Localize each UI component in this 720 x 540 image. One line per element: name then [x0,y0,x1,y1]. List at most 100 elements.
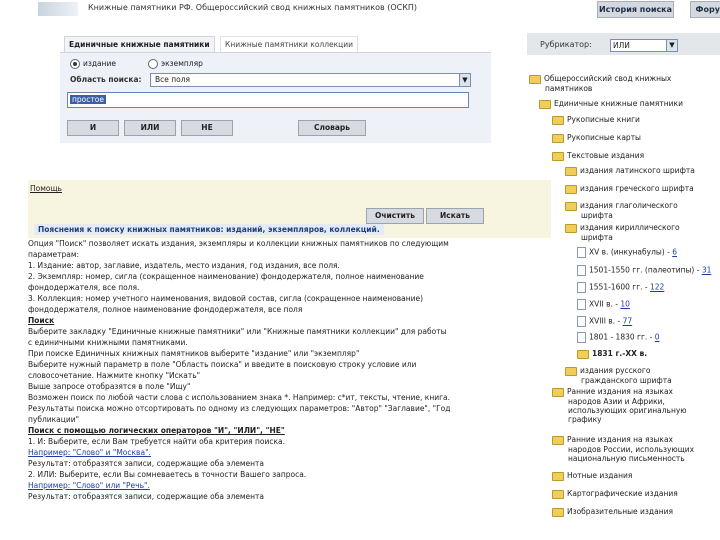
search-form: издание экземпляр Область поиска: Все по… [60,52,491,143]
example-link[interactable]: Например: "Слово" и "Москва". [28,447,458,458]
tree-node-latin[interactable]: издания латинского шрифта [565,166,695,176]
tree-node-music[interactable]: Нотные издания [552,471,632,481]
help-subheading-logic: Поиск с помощью логических операторов "И… [28,426,285,435]
help-section-title: Пояснения к поиску книжных памятников: и… [34,224,384,235]
tree-node-1551[interactable]: 1551-1600 гг. - 122 [577,282,664,293]
tree-node-1501[interactable]: 1501-1550 гг. (палеотипы) - 31 [577,265,711,276]
radio-edition[interactable]: издание [70,59,116,69]
tree-node-glagolitic[interactable]: издания глаголического шрифта [565,201,678,220]
search-query-text: простое [70,95,106,104]
folder-icon [552,115,564,125]
tree-label: Картографические издания [567,489,678,498]
folder-icon [552,471,564,481]
tree-label: народов Азии и Африки, [568,396,665,406]
help-line: При поиске Единичных книжных памятников … [28,349,360,358]
dictionary-button[interactable]: Словарь [298,120,366,136]
tree-label: Изобразительные издания [567,507,673,516]
not-button[interactable]: НЕ [181,120,233,136]
tree-node-single[interactable]: Единичные книжные памятники [539,99,683,109]
tree-count[interactable]: 10 [620,300,630,309]
tree-count[interactable]: 77 [623,317,633,326]
tree-node-asia-africa[interactable]: Ранние издания на языках народов Азии и А… [552,387,687,424]
help-line: параметрам: [28,250,80,259]
chevron-down-icon[interactable]: ▼ [459,74,470,86]
folder-icon [552,435,564,445]
clear-button[interactable]: Очистить [366,208,424,224]
tree-label: Единичные книжные памятники [554,99,683,108]
folder-icon [565,201,577,211]
radio-selected-icon [70,59,80,69]
help-line: Опция "Поиск" позволяет искать издания, … [28,239,449,248]
radio-copy[interactable]: экземпляр [148,59,203,69]
tree-count[interactable]: 122 [650,283,664,292]
tree-node-root[interactable]: Общероссийский свод книжных памятников [529,74,671,93]
search-input[interactable]: простое [67,92,469,108]
or-button[interactable]: ИЛИ [124,120,176,136]
tree-node-visual[interactable]: Изобразительные издания [552,507,673,517]
example-link[interactable]: Например: "Слово" или "Речь". [28,480,458,491]
tree-node-18c[interactable]: XVIII в. - 77 [577,316,632,327]
folder-icon [552,387,564,397]
forum-button[interactable]: Форум [690,1,720,18]
tab-bar: Единичные книжные памятники Книжные памя… [60,32,491,53]
help-line: Выберите нужный параметр в поле "Область… [28,360,417,369]
tree-node-manuscript-maps[interactable]: Рукописные карты [552,133,641,143]
tree-node-cartographic[interactable]: Картографические издания [552,489,678,499]
tree-count[interactable]: 6 [672,248,677,257]
search-button[interactable]: Искать [426,208,484,224]
help-link[interactable]: Помощь [30,184,62,193]
tree-label: национальную письменность [568,453,685,463]
folder-open-icon [529,74,541,84]
help-line: с единичными книжными памятниками. [28,338,188,347]
radio-edition-label: издание [83,59,117,68]
tree-node-manuscript-books[interactable]: Рукописные книги [552,115,640,125]
rubricator-bar: Рубрикатор: ИЛИ ▼ [527,33,720,55]
tree-node-greek[interactable]: издания греческого шрифта [565,184,694,194]
tree-node-russia-peoples[interactable]: Ранние издания на языках народов России, … [552,435,694,463]
tab-collections[interactable]: Книжные памятники коллекции [220,36,358,53]
tree-node-1831[interactable]: 1831 г.-XX в. [577,349,647,359]
help-line: Результат: отобразятся записи, содержащи… [28,492,264,501]
tree-node-text-editions[interactable]: Текстовые издания [552,151,644,161]
chevron-down-icon[interactable]: ▼ [666,40,677,51]
help-line: словосочетание. Нажмите кнопку "Искать" [28,371,201,380]
tree-node-1801[interactable]: 1801 - 1830 гг. - 0 [577,332,660,343]
history-button[interactable]: История поиска [597,1,674,18]
help-line: фондодержателя, все поля. [28,283,140,292]
tab-single-monuments[interactable]: Единичные книжные памятники [64,36,215,53]
tree-label: издания кириллического [580,223,680,232]
page-title: Книжные памятники РФ. Общероссийский сво… [88,3,418,12]
tree-label: XV в. (инкунабулы) - [589,247,673,257]
folder-icon [552,133,564,143]
tree-node-15c[interactable]: XV в. (инкунабулы) - 6 [577,247,677,258]
tree-label: 1831 г.-XX в. [592,349,648,358]
tree-label: народов России, использующих [568,444,695,454]
folder-icon [552,489,564,499]
search-area-select[interactable]: Все поля ▼ [150,73,471,87]
folder-icon [552,507,564,517]
document-icon [577,332,586,343]
tree-label: шрифта [581,210,613,220]
tree-label: издания русского [580,366,651,375]
tree-count[interactable]: 0 [655,333,660,342]
search-area-label: Область поиска: [70,75,142,84]
help-text: Опция "Поиск" позволяет искать издания, … [28,238,458,502]
tree-label: памятников [545,83,593,93]
document-icon [577,265,586,276]
search-panel: Единичные книжные памятники Книжные памя… [28,32,551,238]
help-line: 1. Издание: автор, заглавие, издатель, м… [28,261,340,270]
tree-node-civil[interactable]: издания русского гражданского шрифта [565,366,672,385]
tree-count[interactable]: 31 [702,266,712,275]
and-button[interactable]: И [67,120,119,136]
help-subheading-search: Поиск [28,316,55,325]
tree-label: Текстовые издания [567,151,645,160]
tree-node-cyrillic[interactable]: издания кириллического шрифта [565,223,680,242]
tree-label: XVII в. - [589,299,621,309]
tree-label: шрифта [581,232,613,242]
rubricator-select-value: ИЛИ [613,41,630,50]
help-line: Выше запросе отобразятся в поле "Ищу" [28,382,191,391]
tree-node-17c[interactable]: XVII в. - 10 [577,299,630,310]
help-line: Результаты поиска можно отсортировать по… [28,404,451,413]
folder-icon [565,184,577,194]
rubricator-select[interactable]: ИЛИ ▼ [610,39,678,52]
